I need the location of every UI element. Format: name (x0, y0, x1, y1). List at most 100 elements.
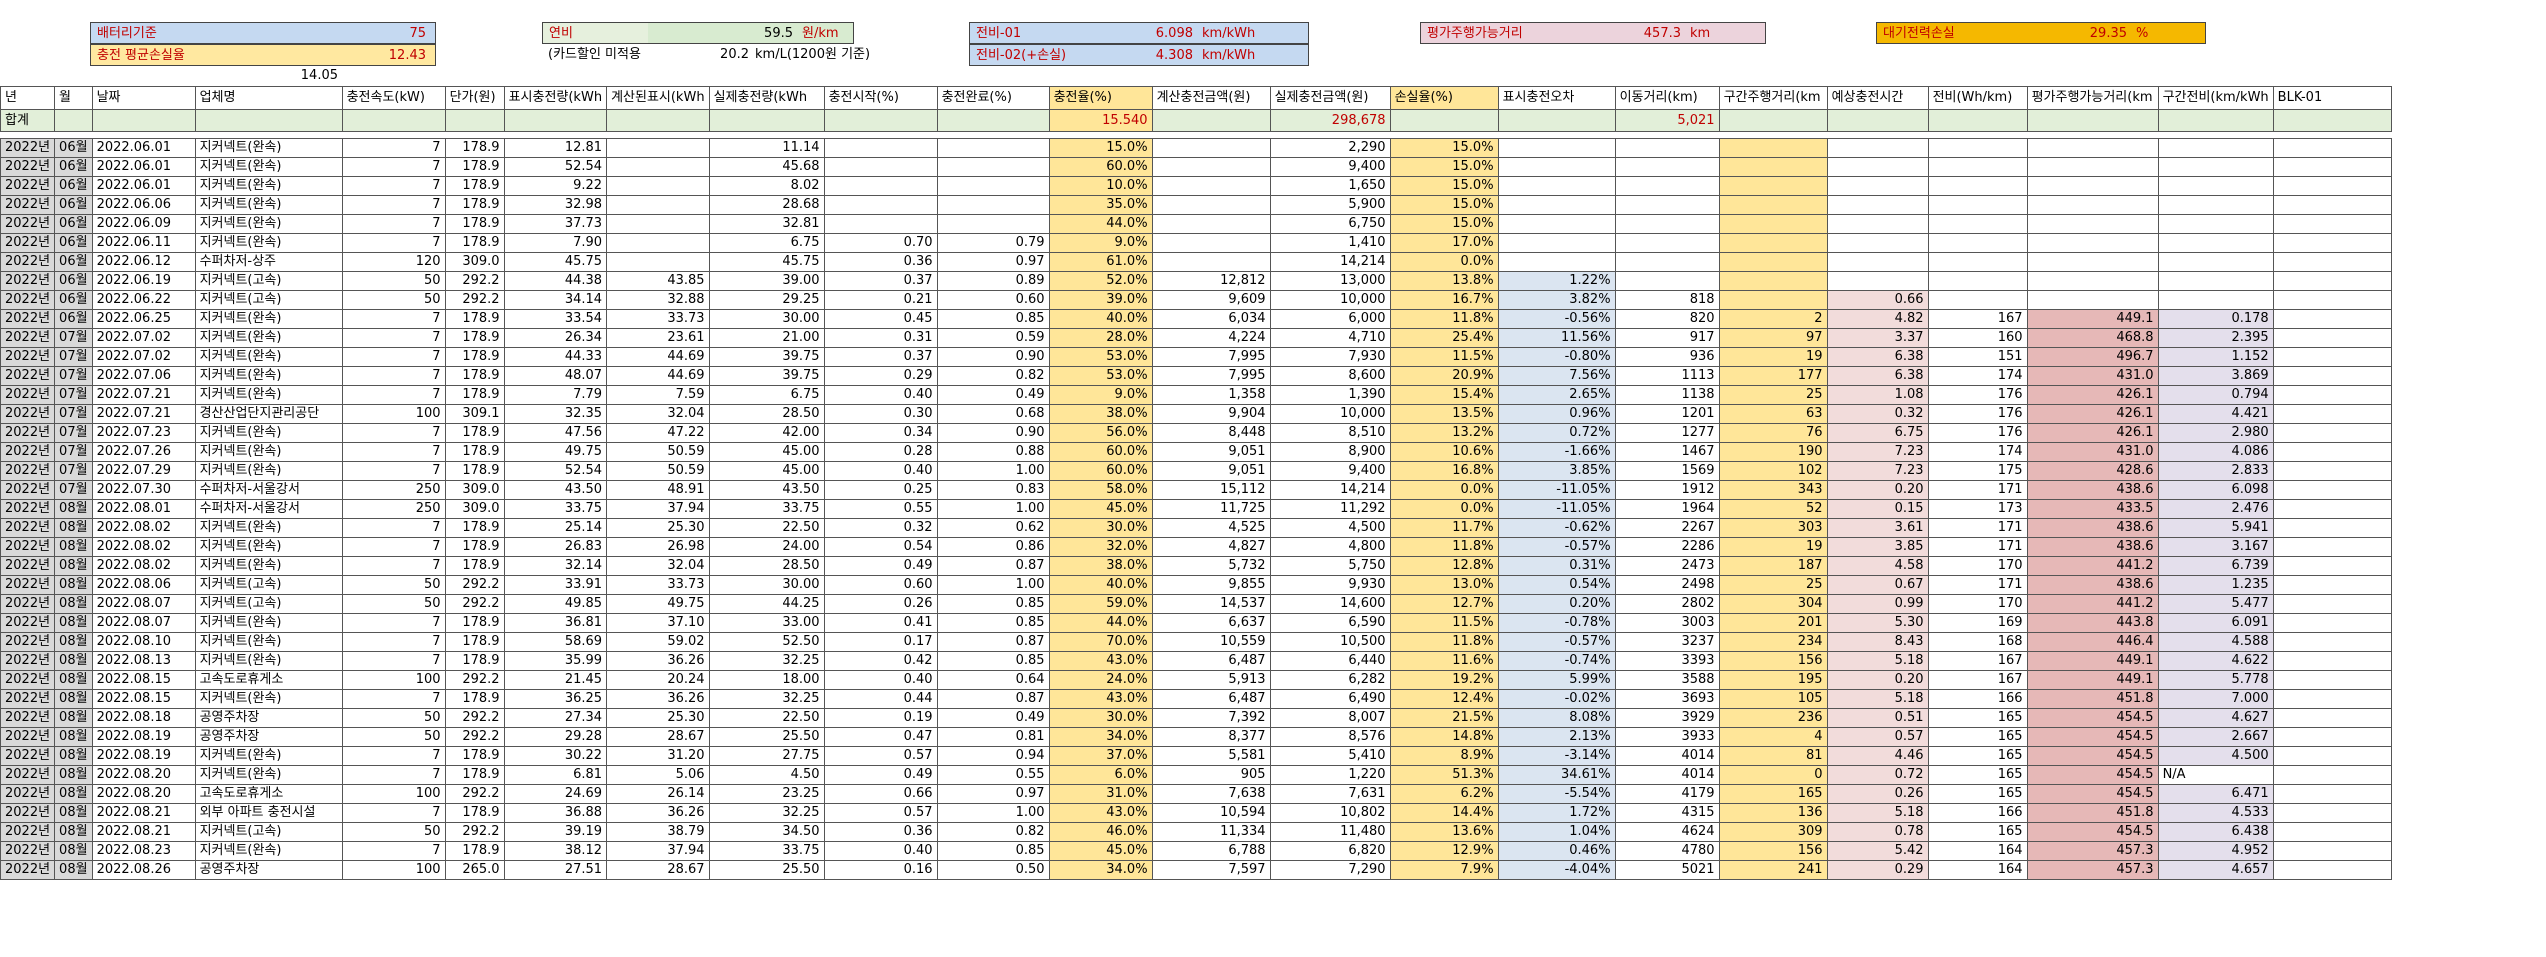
table-cell[interactable]: 187 (1718, 556, 1828, 576)
column-header[interactable]: 전비(Wh/km) (1927, 86, 2028, 110)
table-cell[interactable]: 2022년 (0, 461, 56, 481)
totals-cell[interactable] (708, 109, 825, 132)
column-header[interactable]: 예상충전시간 (1826, 86, 1929, 110)
totals-cell[interactable] (2157, 109, 2274, 132)
table-cell[interactable]: 0.0% (1389, 480, 1499, 500)
table-cell[interactable] (1718, 176, 1828, 196)
table-cell[interactable]: 07월 (54, 480, 93, 500)
table-cell[interactable] (2272, 461, 2392, 481)
table-cell[interactable]: 52 (1718, 499, 1828, 519)
table-cell[interactable]: 6.81 (503, 765, 608, 785)
table-cell[interactable]: 44.38 (503, 271, 608, 291)
table-cell[interactable]: 454.5 (2026, 822, 2159, 842)
table-cell[interactable]: 2286 (1614, 537, 1720, 557)
table-cell[interactable]: 178.9 (444, 423, 505, 443)
table-cell[interactable]: 50.59 (606, 461, 710, 481)
table-cell[interactable]: 3003 (1614, 613, 1720, 633)
table-cell[interactable]: 438.6 (2026, 518, 2159, 538)
table-cell[interactable]: 0.57 (823, 803, 938, 823)
table-cell[interactable]: 2022.06.09 (91, 214, 196, 234)
table-cell[interactable]: 2022년 (0, 822, 56, 842)
table-cell[interactable] (2272, 708, 2392, 728)
table-cell[interactable]: 56.0% (1048, 423, 1153, 443)
table-cell[interactable]: 7 (341, 233, 446, 253)
table-cell[interactable]: 201 (1718, 613, 1828, 633)
table-cell[interactable]: 2022.06.11 (91, 233, 196, 253)
table-cell[interactable]: 2022년 (0, 746, 56, 766)
column-header[interactable]: 업체명 (194, 86, 343, 110)
table-cell[interactable]: 12.7% (1389, 594, 1499, 614)
table-cell[interactable] (936, 214, 1050, 234)
table-cell[interactable]: 2022년 (0, 727, 56, 747)
table-cell[interactable]: 07월 (54, 366, 93, 386)
table-cell[interactable]: 178.9 (444, 366, 505, 386)
table-cell[interactable]: 44.0% (1048, 613, 1153, 633)
table-cell[interactable] (2157, 290, 2274, 310)
table-cell[interactable]: 190 (1718, 442, 1828, 462)
table-cell[interactable]: 0.34 (823, 423, 938, 443)
table-cell[interactable]: 2.667 (2157, 727, 2274, 747)
table-cell[interactable]: -0.78% (1497, 613, 1616, 633)
table-cell[interactable]: -0.57% (1497, 537, 1616, 557)
table-cell[interactable]: 0.60 (823, 575, 938, 595)
table-cell[interactable]: 08월 (54, 784, 93, 804)
table-cell[interactable]: 0.62 (936, 518, 1050, 538)
table-cell[interactable]: 173 (1927, 499, 2028, 519)
table-cell[interactable] (1718, 214, 1828, 234)
table-cell[interactable]: 178.9 (444, 632, 505, 652)
table-cell[interactable]: 178.9 (444, 841, 505, 861)
table-cell[interactable]: 7 (341, 556, 446, 576)
table-cell[interactable]: 58.0% (1048, 480, 1153, 500)
table-cell[interactable]: 0.60 (936, 290, 1050, 310)
table-cell[interactable]: 36.26 (606, 689, 710, 709)
table-cell[interactable] (1927, 195, 2028, 215)
table-cell[interactable]: 2 (1718, 309, 1828, 329)
table-cell[interactable]: 2022.08.19 (91, 727, 196, 747)
table-cell[interactable]: 49.75 (503, 442, 608, 462)
table-cell[interactable]: 2022년 (0, 480, 56, 500)
table-cell[interactable]: 2022.08.06 (91, 575, 196, 595)
table-cell[interactable]: 7 (341, 195, 446, 215)
table-cell[interactable] (1151, 195, 1271, 215)
table-cell[interactable]: 178.9 (444, 461, 505, 481)
table-cell[interactable]: 468.8 (2026, 328, 2159, 348)
table-cell[interactable]: 7,638 (1151, 784, 1271, 804)
table-cell[interactable]: 2022.06.01 (91, 176, 196, 196)
table-cell[interactable]: 905 (1151, 765, 1271, 785)
table-cell[interactable]: 2022.08.15 (91, 670, 196, 690)
table-cell[interactable]: 2022.07.29 (91, 461, 196, 481)
table-cell[interactable]: 0.32 (823, 518, 938, 538)
table-cell[interactable]: 2022년 (0, 195, 56, 215)
table-cell[interactable]: 39.75 (708, 347, 825, 367)
table-cell[interactable] (2157, 271, 2274, 291)
table-cell[interactable]: 28.67 (606, 727, 710, 747)
table-cell[interactable]: 2022.06.19 (91, 271, 196, 291)
table-cell[interactable]: 10,594 (1151, 803, 1271, 823)
table-cell[interactable] (1151, 214, 1271, 234)
table-cell[interactable]: 0.67 (1826, 575, 1929, 595)
table-cell[interactable]: 174 (1927, 366, 2028, 386)
table-cell[interactable]: 0.29 (1826, 860, 1929, 880)
table-cell[interactable]: 3.869 (2157, 366, 2274, 386)
table-cell[interactable]: 5.42 (1826, 841, 1929, 861)
table-cell[interactable]: 6.091 (2157, 613, 2274, 633)
table-cell[interactable] (1927, 138, 2028, 158)
table-cell[interactable]: 0.85 (936, 309, 1050, 329)
table-cell[interactable] (936, 138, 1050, 158)
table-cell[interactable]: 32.81 (708, 214, 825, 234)
table-cell[interactable]: 178.9 (444, 214, 505, 234)
table-cell[interactable]: 178.9 (444, 613, 505, 633)
table-cell[interactable]: 7,995 (1151, 347, 1271, 367)
table-cell[interactable]: 165 (1718, 784, 1828, 804)
table-cell[interactable]: 3588 (1614, 670, 1720, 690)
table-cell[interactable]: 309.0 (444, 480, 505, 500)
table-cell[interactable]: 45.75 (503, 252, 608, 272)
table-cell[interactable]: 2022.07.06 (91, 366, 196, 386)
table-cell[interactable]: 0.20 (1826, 670, 1929, 690)
table-cell[interactable]: 426.1 (2026, 385, 2159, 405)
table-cell[interactable]: 0.51 (1826, 708, 1929, 728)
table-cell[interactable]: 2022.08.01 (91, 499, 196, 519)
table-cell[interactable]: 0.85 (936, 613, 1050, 633)
table-cell[interactable]: 7 (341, 461, 446, 481)
table-cell[interactable]: 11,480 (1269, 822, 1391, 842)
